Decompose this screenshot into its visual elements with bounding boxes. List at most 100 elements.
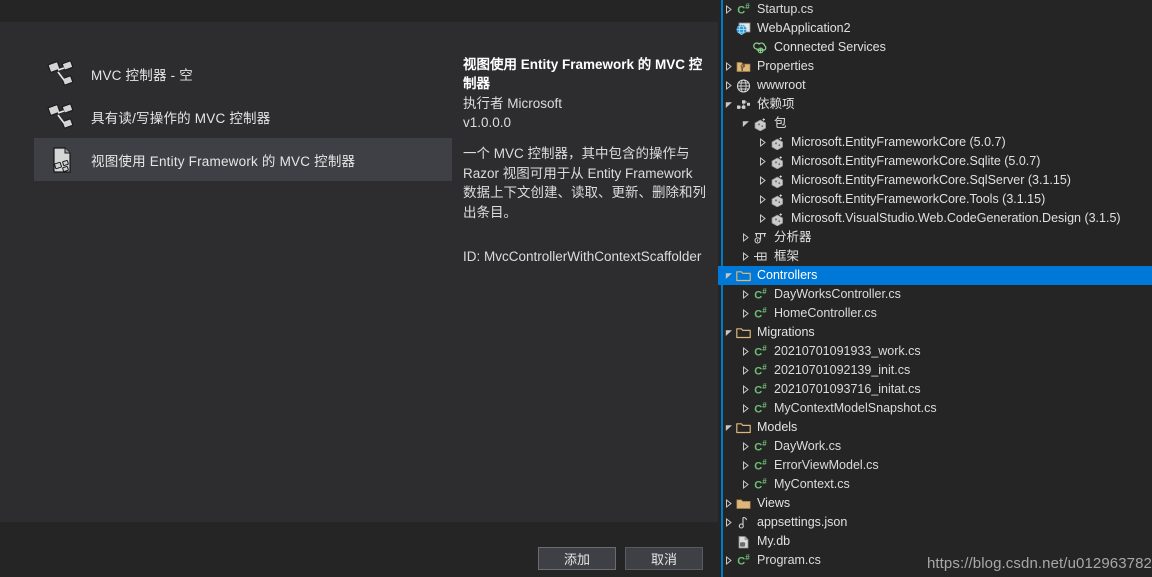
tree-item-label: Microsoft.EntityFrameworkCore.Sqlite (5.… [791,154,1041,168]
package-icon [769,174,786,188]
description-version: v1.0.0.0 [463,115,512,130]
app-root: MVC 控制器 - 空 具有读/写操作的 MVC 控制器 视图使用 Entity… [0,0,1152,577]
twisty-collapsed-icon[interactable] [756,176,769,185]
twisty-collapsed-icon[interactable] [739,347,752,356]
twisty-expanded-icon[interactable] [722,328,735,337]
csharp-file-icon: C# [737,553,750,568]
scaffold-list-item[interactable]: 具有读/写操作的 MVC 控制器 [34,95,452,138]
twisty-collapsed-icon[interactable] [756,157,769,166]
tree-row[interactable]: Views [718,494,1152,513]
description-author: 执行者 Microsoft [463,96,563,111]
tree-row[interactable]: 包 [718,114,1152,133]
scaffold-list-item[interactable]: 视图使用 Entity Framework 的 MVC 控制器 [34,138,452,181]
tree-item-label: 20210701091933_work.cs [774,344,921,358]
tree-item-label: MyContext.cs [774,477,850,491]
tree-row[interactable]: WebApplication2 [718,19,1152,38]
twisty-collapsed-icon[interactable] [756,138,769,147]
twisty-collapsed-icon[interactable] [722,556,735,565]
folder-icon [735,327,752,339]
tree-row[interactable]: 依赖项 [718,95,1152,114]
twisty-collapsed-icon[interactable] [756,195,769,204]
twisty-expanded-icon[interactable] [722,423,735,432]
twisty-collapsed-icon[interactable] [739,290,752,299]
package-icon [769,136,786,150]
tree-item-label: Connected Services [774,40,886,54]
tree-row[interactable]: C# 20210701093716_initat.cs [718,380,1152,399]
tree-row[interactable]: C# Startup.cs [718,0,1152,19]
solution-explorer: C# Startup.cs WebApplication2 Connected S… [718,0,1152,577]
analyzer-icon [752,231,769,244]
tree-row[interactable]: Microsoft.VisualStudio.Web.CodeGeneratio… [718,209,1152,228]
connected-services-icon [752,41,769,55]
tree-item-label: 框架 [774,249,800,263]
cancel-button[interactable]: 取消 [625,547,703,570]
csharp-file-icon: C# [754,306,767,321]
twisty-expanded-icon[interactable] [739,119,752,128]
tree-row[interactable]: Microsoft.EntityFrameworkCore.Sqlite (5.… [718,152,1152,171]
twisty-collapsed-icon[interactable] [722,81,735,90]
scaffold-item-label: MVC 控制器 - 空 [91,67,193,83]
tree-row[interactable]: C# HomeController.cs [718,304,1152,323]
tree-row[interactable]: 框架 [718,247,1152,266]
description-title: 视图使用 Entity Framework 的 MVC 控制器 [463,57,703,91]
twisty-collapsed-icon[interactable] [739,252,752,261]
tree-item-label: My.db [757,534,791,548]
scaffold-description-panel: 视图使用 Entity Framework 的 MVC 控制器 执行者 Micr… [463,55,708,266]
tree-item-label: Migrations [757,325,815,339]
tree-row[interactable]: appsettings.json [718,513,1152,532]
tree-item-label: Models [757,420,798,434]
tree-item-label: Controllers [757,268,818,282]
csharp-file-icon: C# [754,401,767,416]
tree-item-label: 分析器 [774,230,812,244]
twisty-collapsed-icon[interactable] [722,5,735,14]
scaffold-list-item[interactable]: MVC 控制器 - 空 [34,52,452,95]
twisty-expanded-icon[interactable] [722,271,735,280]
tree-row-selected[interactable]: Controllers [718,266,1152,285]
properties-folder-icon [735,60,752,73]
tree-row[interactable]: wwwroot [718,76,1152,95]
twisty-collapsed-icon[interactable] [722,499,735,508]
tree-row[interactable]: C# 20210701091933_work.cs [718,342,1152,361]
tree-row[interactable]: C# ErrorViewModel.cs [718,456,1152,475]
tree-row[interactable]: C# DayWork.cs [718,437,1152,456]
tree-row[interactable]: Microsoft.EntityFrameworkCore.Tools (3.1… [718,190,1152,209]
tree-row[interactable]: 分析器 [718,228,1152,247]
twisty-collapsed-icon[interactable] [739,385,752,394]
scaffold-item-label: 视图使用 Entity Framework 的 MVC 控制器 [91,153,356,169]
twisty-collapsed-icon[interactable] [739,309,752,318]
tree-row[interactable]: Properties [718,57,1152,76]
tree-row[interactable]: C# 20210701092139_init.cs [718,361,1152,380]
twisty-collapsed-icon[interactable] [739,442,752,451]
tree-row[interactable]: Microsoft.EntityFrameworkCore (5.0.7) [718,133,1152,152]
tree-item-label: Microsoft.EntityFrameworkCore (5.0.7) [791,135,1006,149]
tree-row[interactable]: Microsoft.EntityFrameworkCore.SqlServer … [718,171,1152,190]
tree-row[interactable]: My.db [718,532,1152,551]
twisty-collapsed-icon[interactable] [739,233,752,242]
twisty-collapsed-icon[interactable] [739,461,752,470]
twisty-collapsed-icon[interactable] [722,518,735,527]
scaffold-item-label: 具有读/写操作的 MVC 控制器 [91,110,271,126]
tree-item-label: appsettings.json [757,515,848,529]
tree-item-label: DayWorksController.cs [774,287,901,301]
tree-row[interactable]: Migrations [718,323,1152,342]
tree-item-label: 依赖项 [757,97,795,111]
twisty-collapsed-icon[interactable] [739,366,752,375]
add-button[interactable]: 添加 [538,547,616,570]
twisty-collapsed-icon[interactable] [722,62,735,71]
solution-tree[interactable]: C# Startup.cs WebApplication2 Connected S… [718,0,1152,570]
tree-item-label: HomeController.cs [774,306,877,320]
twisty-collapsed-icon[interactable] [739,404,752,413]
package-icon [769,212,786,226]
tree-row[interactable]: C# DayWorksController.cs [718,285,1152,304]
twisty-collapsed-icon[interactable] [739,480,752,489]
tree-row[interactable]: C# MyContextModelSnapshot.cs [718,399,1152,418]
tree-row[interactable]: C# MyContext.cs [718,475,1152,494]
scaffold-list[interactable]: MVC 控制器 - 空 具有读/写操作的 MVC 控制器 视图使用 Entity… [34,52,452,522]
twisty-collapsed-icon[interactable] [756,214,769,223]
twisty-expanded-icon[interactable] [722,100,735,109]
tree-row[interactable]: Connected Services [718,38,1152,57]
mvc-controller-ef-icon [45,143,79,177]
tree-row[interactable]: Models [718,418,1152,437]
tree-item-label: DayWork.cs [774,439,842,453]
json-file-icon [735,516,752,530]
